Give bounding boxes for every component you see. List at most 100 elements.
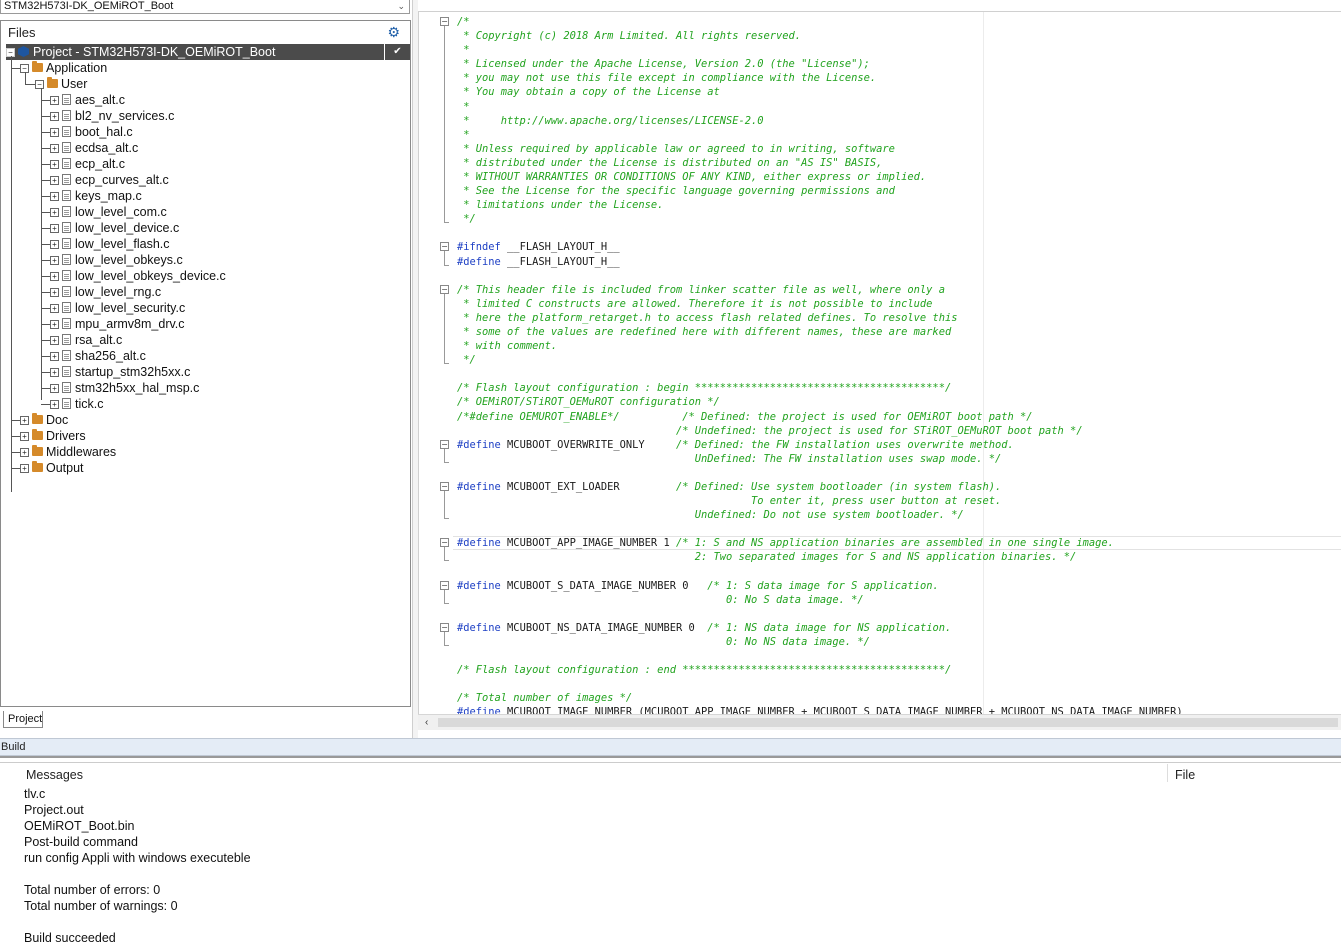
code-line: * bbox=[457, 43, 469, 57]
tree-connector bbox=[41, 212, 50, 213]
c-file-icon bbox=[62, 302, 71, 313]
expand-icon[interactable]: + bbox=[20, 432, 29, 441]
tree-file-sha256-alt-c[interactable]: + sha256_alt.c bbox=[50, 348, 146, 364]
tree-item-output[interactable]: + Output bbox=[20, 460, 84, 476]
gear-icon[interactable]: ⚙ bbox=[387, 23, 400, 41]
expand-icon[interactable]: + bbox=[20, 448, 29, 457]
expand-icon[interactable]: + bbox=[50, 224, 59, 233]
c-file-icon bbox=[62, 334, 71, 345]
tree-file-mpu-armv8m-drv-c[interactable]: + mpu_armv8m_drv.c bbox=[50, 316, 185, 332]
tree-file-ecp-alt-c[interactable]: + ecp_alt.c bbox=[50, 156, 125, 172]
horizontal-scrollbar[interactable]: ‹ bbox=[418, 714, 1341, 730]
expand-icon[interactable]: + bbox=[50, 368, 59, 377]
build-message[interactable]: Total number of errors: 0 bbox=[24, 882, 160, 898]
tree-connector bbox=[11, 452, 20, 453]
code-area[interactable]: /* * Copyright (c) 2018 Arm Limited. All… bbox=[418, 15, 1341, 714]
project-explorer-pane: STM32H573I-DK_OEMiROT_Boot ⌄ Files ⚙ − Pr… bbox=[0, 0, 412, 738]
expand-icon[interactable]: + bbox=[50, 384, 59, 393]
tree-file-boot-hal-c[interactable]: + boot_hal.c bbox=[50, 124, 133, 140]
tree-connector bbox=[41, 292, 50, 293]
code-comment: * you may not use this file except in co… bbox=[457, 72, 877, 84]
fold-toggle-icon[interactable]: − bbox=[440, 285, 449, 294]
tree-item-application[interactable]: − Application bbox=[20, 60, 107, 76]
expand-icon[interactable]: + bbox=[50, 96, 59, 105]
expand-icon[interactable]: + bbox=[20, 464, 29, 473]
build-message[interactable]: tlv.c bbox=[24, 786, 45, 802]
fold-toggle-icon[interactable]: − bbox=[440, 17, 449, 26]
tree-file-bl2-nv-services-c[interactable]: + bl2_nv_services.c bbox=[50, 108, 174, 124]
project-selector-dropdown[interactable]: STM32H573I-DK_OEMiROT_Boot ⌄ bbox=[0, 0, 410, 14]
fold-toggle-icon[interactable]: − bbox=[440, 482, 449, 491]
code-line: * limited C constructs are allowed. Ther… bbox=[457, 297, 932, 311]
tree-item-doc[interactable]: + Doc bbox=[20, 412, 68, 428]
build-message[interactable]: OEMiROT_Boot.bin bbox=[24, 818, 134, 834]
code-line: /* Undefined: the project is used for ST… bbox=[457, 424, 1083, 438]
code-comment: 2: Two separated images for S and NS app… bbox=[457, 551, 1077, 563]
fold-toggle-icon[interactable]: − bbox=[440, 440, 449, 449]
build-message[interactable]: Post-build command bbox=[24, 834, 138, 850]
tree-file-ecdsa-alt-c[interactable]: + ecdsa_alt.c bbox=[50, 140, 138, 156]
expand-icon[interactable]: + bbox=[50, 112, 59, 121]
expand-icon[interactable]: + bbox=[50, 352, 59, 361]
build-message[interactable]: Build succeeded bbox=[24, 930, 116, 946]
tree-file-low-level-obkeys-device-c[interactable]: + low_level_obkeys_device.c bbox=[50, 268, 226, 284]
tree-file-aes-alt-c[interactable]: + aes_alt.c bbox=[50, 92, 125, 108]
fold-toggle-icon[interactable]: − bbox=[440, 538, 449, 547]
tree-root-project[interactable]: − Project - STM32H573I-DK_OEMiROT_Boot bbox=[6, 44, 384, 60]
c-file-icon bbox=[62, 254, 71, 265]
column-header-messages[interactable]: Messages bbox=[26, 768, 83, 782]
expand-icon[interactable]: + bbox=[50, 192, 59, 201]
tree-file-low-level-com-c[interactable]: + low_level_com.c bbox=[50, 204, 167, 220]
expand-icon[interactable]: + bbox=[50, 176, 59, 185]
tree-item-drivers[interactable]: + Drivers bbox=[20, 428, 86, 444]
tree-file-low-level-security-c[interactable]: + low_level_security.c bbox=[50, 300, 185, 316]
expand-icon[interactable]: + bbox=[50, 144, 59, 153]
expand-icon[interactable]: + bbox=[20, 416, 29, 425]
scrollbar-thumb[interactable] bbox=[438, 718, 1338, 727]
tree-file-stm32h5xx-hal-msp-c[interactable]: + stm32h5xx_hal_msp.c bbox=[50, 380, 199, 396]
tree-file-low-level-obkeys-c[interactable]: + low_level_obkeys.c bbox=[50, 252, 183, 268]
tree-item-user[interactable]: − User bbox=[35, 76, 87, 92]
tree-file-low-level-rng-c[interactable]: + low_level_rng.c bbox=[50, 284, 161, 300]
scroll-left-icon[interactable]: ‹ bbox=[425, 715, 428, 730]
tab-project[interactable]: Project bbox=[3, 711, 43, 728]
column-divider[interactable] bbox=[1167, 764, 1168, 782]
expand-icon[interactable]: + bbox=[50, 272, 59, 281]
code-line: /* This header file is included from lin… bbox=[457, 283, 945, 297]
expand-icon[interactable]: + bbox=[50, 128, 59, 137]
fold-toggle-icon[interactable]: − bbox=[440, 623, 449, 632]
tree-file-keys-map-c[interactable]: + keys_map.c bbox=[50, 188, 142, 204]
tree-item-middlewares[interactable]: + Middlewares bbox=[20, 444, 116, 460]
tree-file-rsa-alt-c[interactable]: + rsa_alt.c bbox=[50, 332, 122, 348]
tree-file-tick-c[interactable]: + tick.c bbox=[50, 396, 103, 412]
build-message[interactable]: Project.out bbox=[24, 802, 84, 818]
code-identifier: MCUBOOT_APP_IMAGE_NUMBER 1 bbox=[500, 537, 676, 549]
chevron-down-icon[interactable]: ⌄ bbox=[397, 0, 405, 12]
expand-icon[interactable]: + bbox=[50, 320, 59, 329]
code-line: /* Total number of images */ bbox=[457, 691, 632, 705]
expand-icon[interactable]: + bbox=[50, 304, 59, 313]
expand-icon[interactable]: + bbox=[50, 240, 59, 249]
column-header-file[interactable]: File bbox=[1175, 768, 1195, 782]
fold-toggle-icon[interactable]: − bbox=[440, 581, 449, 590]
code-editor[interactable]: /* * Copyright (c) 2018 Arm Limited. All… bbox=[418, 0, 1341, 738]
expand-icon[interactable]: + bbox=[50, 208, 59, 217]
collapse-icon[interactable]: − bbox=[35, 80, 44, 89]
tree-file-ecp-curves-alt-c[interactable]: + ecp_curves_alt.c bbox=[50, 172, 169, 188]
tree-file-low-level-flash-c[interactable]: + low_level_flash.c bbox=[50, 236, 170, 252]
tree-file-startup-stm32h5xx-c[interactable]: + startup_stm32h5xx.c bbox=[50, 364, 190, 380]
expand-icon[interactable]: + bbox=[50, 336, 59, 345]
expand-icon[interactable]: + bbox=[50, 160, 59, 169]
build-message[interactable]: run config Appli with windows executeble bbox=[24, 850, 251, 866]
code-line: */ bbox=[457, 353, 476, 367]
checkmark-icon[interactable]: ✔ bbox=[385, 44, 410, 60]
expand-icon[interactable]: + bbox=[50, 288, 59, 297]
c-file-icon bbox=[62, 126, 71, 137]
tree-file-low-level-device-c[interactable]: + low_level_device.c bbox=[50, 220, 179, 236]
expand-icon[interactable]: + bbox=[50, 256, 59, 265]
fold-toggle-icon[interactable]: − bbox=[440, 242, 449, 251]
build-message[interactable]: Total number of warnings: 0 bbox=[24, 898, 178, 914]
expand-icon[interactable]: + bbox=[50, 400, 59, 409]
fold-guide-end bbox=[444, 222, 449, 223]
tree-connector bbox=[41, 164, 50, 165]
